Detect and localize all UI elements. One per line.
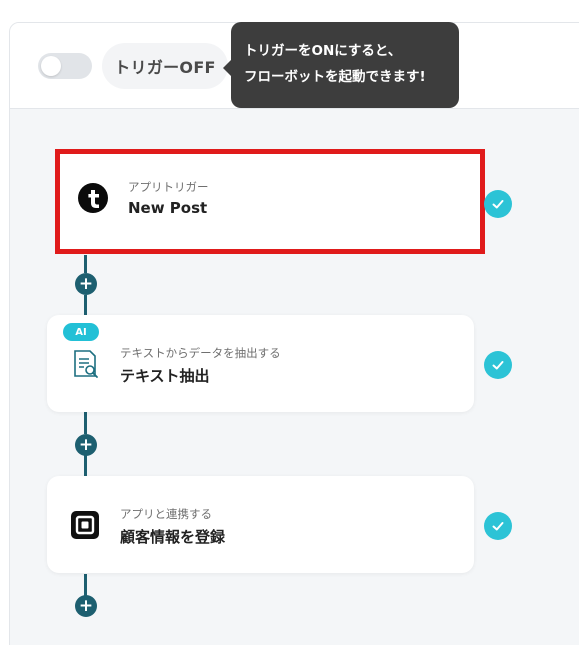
connector-line: [84, 255, 87, 273]
connector-line: [84, 295, 87, 315]
step-subtitle: アプリと連携する: [120, 507, 212, 521]
connector-line: [84, 412, 87, 434]
square-app-icon: [69, 509, 101, 541]
check-icon: [484, 351, 512, 379]
step-card-register-customer[interactable]: アプリと連携する 顧客情報を登録: [47, 476, 474, 573]
tumblr-icon: [77, 182, 109, 214]
step-subtitle: テキストからデータを抽出する: [120, 346, 281, 360]
trigger-toggle[interactable]: [38, 53, 92, 79]
trigger-status-label: トリガーOFF: [102, 43, 228, 89]
step-title: New Post: [128, 199, 208, 217]
ai-badge: AI: [63, 323, 99, 341]
check-icon: [484, 512, 512, 540]
trigger-tooltip: トリガーをONにすると、 フローボットを起動できます!: [223, 22, 459, 108]
document-search-icon: [69, 348, 101, 380]
step-card-ai-extract[interactable]: テキストからデータを抽出する テキスト抽出: [47, 315, 474, 412]
step-title: テキスト抽出: [120, 367, 210, 385]
check-icon: [484, 190, 512, 218]
step-subtitle: アプリトリガー: [128, 180, 209, 194]
tooltip-line-1: トリガーをONにすると、: [244, 43, 402, 59]
add-step-button[interactable]: +: [75, 434, 97, 456]
connector-line: [84, 455, 87, 476]
tooltip-line-2: フローボットを起動できます!: [244, 69, 426, 85]
add-step-button[interactable]: +: [75, 273, 97, 295]
add-step-button[interactable]: +: [75, 595, 97, 617]
step-title: 顧客情報を登録: [120, 528, 226, 546]
step-card-trigger[interactable]: アプリトリガー New Post: [55, 149, 485, 254]
toggle-knob: [41, 56, 61, 76]
connector-line: [84, 574, 87, 596]
